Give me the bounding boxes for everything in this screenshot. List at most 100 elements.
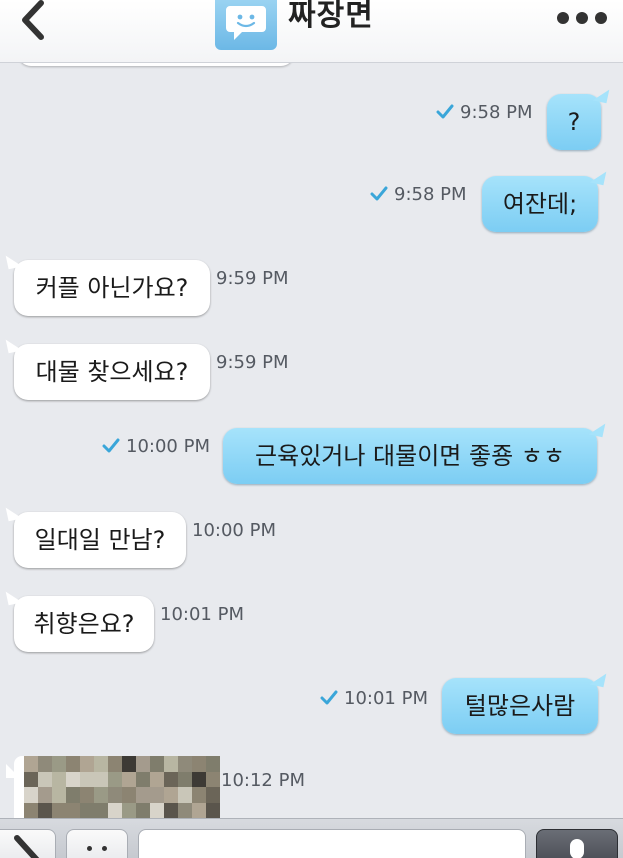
chat-header: 짜장면	[0, 0, 623, 63]
mosaic-cell	[52, 787, 66, 803]
chat-bubble-face-icon	[226, 6, 266, 40]
message-bubble-outgoing[interactable]: ?	[547, 94, 601, 150]
mosaic-cell	[24, 802, 38, 818]
microphone-icon	[570, 839, 584, 858]
message-bubble-incoming[interactable]: 커플 아닌가요?	[14, 260, 210, 316]
read-check-icon	[370, 186, 388, 201]
mosaic-cell	[206, 756, 220, 772]
mosaic-cell	[192, 771, 206, 787]
mosaic-cell	[150, 771, 164, 787]
message-text: 취향은요?	[33, 610, 135, 638]
read-check-icon	[102, 438, 120, 453]
message-bubble-incoming[interactable]: 취향은요?	[14, 596, 154, 652]
mosaic-cell	[24, 756, 38, 772]
message-bubble-outgoing[interactable]: 근육있거나 대물이면 좋죵 ㅎㅎ	[223, 428, 597, 484]
mosaic-cell	[94, 771, 108, 787]
message-time-text: 10:01 PM	[344, 688, 428, 709]
message-time-text: 10:00 PM	[126, 436, 210, 457]
mosaic-cell	[136, 771, 150, 787]
mosaic-cell	[80, 787, 94, 803]
mosaic-cell	[122, 771, 136, 787]
mosaic-cell	[192, 802, 206, 818]
pen-icon	[14, 835, 40, 858]
mosaic-cell	[206, 787, 220, 803]
composer-bar	[0, 818, 623, 858]
chat-title: 짜장면	[288, 0, 374, 33]
message-bubble-incoming[interactable]: 대물 찾으세요?	[14, 344, 210, 400]
mosaic-cell	[24, 787, 38, 803]
message-time-text: 9:58 PM	[394, 184, 467, 205]
mosaic-cell	[94, 787, 108, 803]
mosaic-cell	[94, 756, 108, 772]
message-time: 9:59 PM	[216, 268, 289, 289]
message-time: 10:01 PM	[320, 688, 428, 710]
mosaic-cell	[52, 756, 66, 772]
more-options-button[interactable]	[557, 6, 607, 30]
mosaic-cell	[122, 756, 136, 772]
back-button[interactable]	[10, 0, 54, 46]
pixelated-photo[interactable]	[24, 756, 220, 818]
mosaic-cell	[136, 756, 150, 772]
more-dot	[595, 12, 607, 24]
mosaic-cell	[178, 802, 192, 818]
message-bubble-outgoing[interactable]: 털많은사람	[442, 678, 598, 734]
mosaic-cell	[122, 787, 136, 803]
read-check-icon	[320, 690, 338, 705]
more-dot	[576, 12, 588, 24]
mic-button[interactable]	[536, 829, 618, 858]
message-text: 근육있거나 대물이면 좋죵 ㅎㅎ	[255, 442, 565, 470]
mosaic-cell	[108, 756, 122, 772]
mosaic-cell	[94, 802, 108, 818]
mosaic-cell	[38, 771, 52, 787]
message-text: 일대일 만남?	[34, 526, 166, 554]
mosaic-cell	[52, 802, 66, 818]
message-bubble-outgoing[interactable]: 여잔데;	[482, 176, 598, 232]
mosaic-cell	[108, 802, 122, 818]
attach-button[interactable]	[0, 829, 56, 858]
message-text: 대물 찾으세요?	[35, 358, 189, 386]
mosaic-cell	[192, 756, 206, 772]
mosaic-cell	[108, 787, 122, 803]
mosaic-cell	[136, 802, 150, 818]
message-text: 털많은사람	[464, 692, 576, 720]
mosaic-cell	[24, 771, 38, 787]
read-check-icon	[436, 104, 454, 119]
message-time: 9:58 PM	[436, 102, 533, 124]
mosaic-cell	[192, 787, 206, 803]
message-input[interactable]	[138, 829, 526, 858]
mosaic-cell	[66, 756, 80, 772]
mosaic-cell	[164, 771, 178, 787]
message-time: 10:01 PM	[160, 604, 244, 625]
avatar[interactable]	[215, 0, 277, 50]
mosaic-cell	[80, 802, 94, 818]
message-time: 10:00 PM	[192, 520, 276, 541]
message-time: 10:00 PM	[102, 436, 210, 458]
chevron-left-icon	[22, 0, 44, 40]
message-time: 9:59 PM	[216, 352, 289, 373]
more-dots-icon	[557, 12, 569, 24]
mosaic-cell	[206, 771, 220, 787]
message-bubble-incoming[interactable]: 일대일 만남?	[14, 512, 186, 568]
mosaic-cell	[136, 787, 150, 803]
message-text: 커플 아닌가요?	[35, 274, 189, 302]
mosaic-cell	[52, 771, 66, 787]
mosaic-cell	[38, 802, 52, 818]
mosaic-cell	[178, 756, 192, 772]
mosaic-cell	[178, 771, 192, 787]
mosaic-cell	[80, 771, 94, 787]
emoji-button[interactable]	[66, 829, 128, 858]
message-time: 9:58 PM	[370, 184, 467, 206]
mosaic-cell	[150, 802, 164, 818]
mosaic-cell	[66, 802, 80, 818]
mosaic-cell	[164, 802, 178, 818]
mosaic-cell	[164, 756, 178, 772]
chat-screen: 짜장면 9:58 PM ? 9:58 PM 여잔데; 커플 아닌가요? 9:59…	[0, 0, 623, 858]
mosaic-cell	[178, 787, 192, 803]
emoji-icon-eye	[102, 846, 107, 851]
mosaic-cell	[206, 802, 220, 818]
mosaic-cell	[80, 756, 94, 772]
mosaic-cell	[108, 771, 122, 787]
message-time: 10:12 PM	[221, 770, 305, 791]
mosaic-cell	[150, 787, 164, 803]
mosaic-cell	[150, 756, 164, 772]
